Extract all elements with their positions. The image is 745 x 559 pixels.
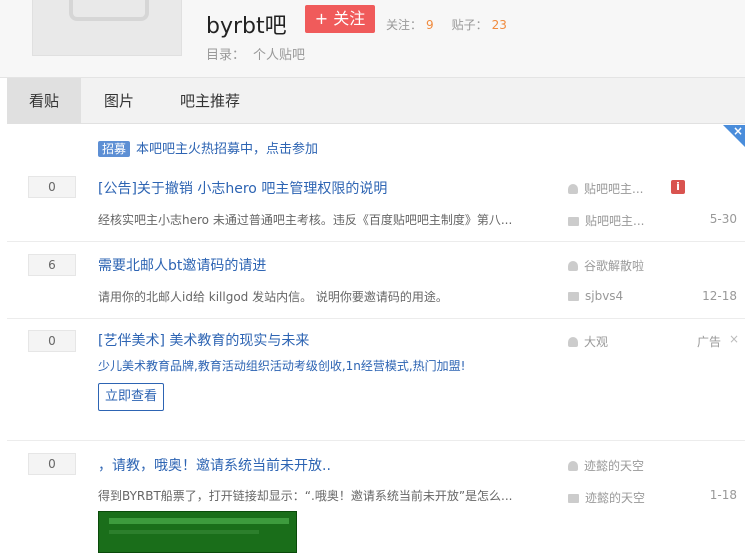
reply-count: 0 [28,330,76,352]
info-icon[interactable]: i [671,180,685,194]
author-name[interactable]: 迹懿的天空 [584,459,644,473]
tab-posts[interactable]: 看贴 [7,78,81,124]
thread-title[interactable]: ，请教，哦奥！邀请系统当前未开放.. [98,455,331,475]
ad-row: 0 [艺伴美术] 美术教育的现实与未来 少儿美术教育品牌,教育活动组织活动考级创… [7,319,745,441]
tab-recommended[interactable]: 吧主推荐 [180,78,240,124]
forum-header: byrbt吧 + 关注 关注： 9 贴子： 23 目录： 个人贴吧 [0,0,745,78]
ad-title[interactable]: [艺伴美术] 美术教育的现实与未来 [98,330,309,350]
last-reply[interactable]: 贴吧吧主... [568,212,644,229]
user-icon [568,184,578,194]
follow-count-label: 关注： [386,18,423,32]
thread-author[interactable]: 贴吧吧主... [568,180,643,197]
last-reply-author[interactable]: 迹懿的天空 [585,491,645,505]
thread-thumbnail[interactable] [98,511,297,553]
user-icon [568,261,578,271]
user-icon [568,337,578,347]
reply-count: 0 [28,176,76,198]
ad-label: 广告 [697,335,722,349]
thread-excerpt: 请用你的北邮人id给 killgod 发站内信。 说明你要邀请码的用途。 [98,290,448,304]
follow-count: 9 [426,18,434,32]
catalog-link[interactable]: 个人贴吧 [253,48,305,63]
thumbnail-bar [109,518,289,524]
thread-author[interactable]: 迹懿的天空 [568,457,644,474]
reply-count: 6 [28,254,76,276]
author-name[interactable]: 贴吧吧主... [584,182,643,196]
ad-description[interactable]: 少儿美术教育品牌,教育活动组织活动考级创收,1n经营模式,热门加盟! [98,357,466,374]
last-reply-author[interactable]: sjbvs4 [585,289,623,303]
recruit-text[interactable]: 本吧吧主火热招募中，点击参加 [136,142,318,157]
last-reply-date: 5-30 [709,212,737,226]
catalog-label: 目录： [206,48,246,63]
thread-title[interactable]: 需要北邮人bt邀请码的请进 [98,255,266,275]
tab-bar: 看贴 图片 吧主推荐 [7,78,745,124]
thread-excerpt: 经核实吧主小志hero 未通过普通吧主考核。违反《百度贴吧吧主制度》第八... [98,213,513,227]
forum-name[interactable]: byrbt吧 [206,8,287,40]
post-count-label: 贴子： [451,18,488,32]
follow-button[interactable]: + 关注 [305,5,375,33]
recruit-tag: 招募 [98,141,131,157]
recruit-notice[interactable]: 招募 本吧吧主火热招募中，点击参加 [98,138,318,157]
forum-avatar[interactable] [32,0,182,56]
post-count: 23 [491,18,507,32]
thread-row: 0 [公告]关于撤销 小志hero 吧主管理权限的说明 经核实吧主小志hero … [7,167,745,242]
last-reply-date: 1-18 [709,488,737,502]
tab-images[interactable]: 图片 [104,78,134,124]
thread-row: 0 ，请教，哦奥！邀请系统当前未开放.. 得到BYRBT船票了，打开链接却显示：… [7,441,745,559]
comment-icon [568,494,579,503]
thread-excerpt: 得到BYRBT船票了，打开链接却显示：“.哦奥！邀请系统当前未开放”是怎么... [98,489,513,503]
avatar-placeholder-icon [69,0,149,21]
corner-close-icon[interactable]: × [733,124,743,138]
last-reply-date: 12-18 [702,289,737,303]
ad-view-button[interactable]: 立即查看 [98,383,164,411]
thread-title[interactable]: [公告]关于撤销 小志hero 吧主管理权限的说明 [98,178,387,198]
thread-author[interactable]: 谷歌解散啦 [568,257,644,274]
ad-close-icon[interactable]: × [729,332,739,346]
ad-author[interactable]: 大观 [568,333,608,350]
thumbnail-bar [109,530,259,534]
catalog: 目录： 个人贴吧 [206,44,305,63]
last-reply[interactable]: sjbvs4 [568,289,623,303]
user-icon [568,461,578,471]
comment-icon [568,217,579,226]
last-reply[interactable]: 迹懿的天空 [568,489,645,506]
thread-row: 6 需要北邮人bt邀请码的请进 请用你的北邮人id给 killgod 发站内信。… [7,242,745,319]
last-reply-author[interactable]: 贴吧吧主... [585,214,644,228]
author-name[interactable]: 谷歌解散啦 [584,259,644,273]
author-name[interactable]: 大观 [584,335,608,349]
reply-count: 0 [28,453,76,475]
comment-icon [568,292,579,301]
forum-stats: 关注： 9 贴子： 23 [386,16,525,33]
